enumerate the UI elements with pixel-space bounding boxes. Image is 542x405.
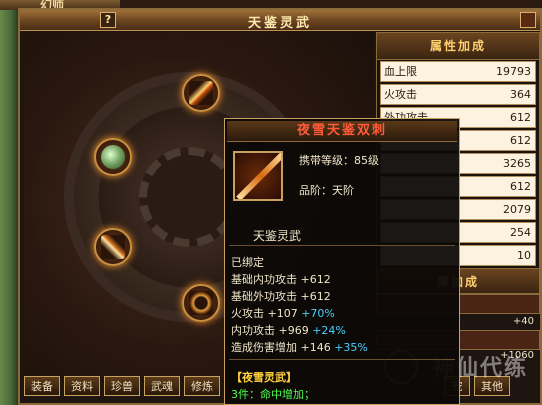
blade-icon bbox=[101, 235, 125, 259]
tooltip-stat-bonus: +70% bbox=[301, 307, 335, 320]
tooltip-stat-text: 基础内功攻击 +612 bbox=[231, 273, 331, 286]
attribute-row: 火攻击 364 bbox=[380, 84, 536, 105]
double-dagger-icon bbox=[233, 151, 283, 201]
tab-martial-soul[interactable]: 武魂 bbox=[144, 376, 180, 396]
attribute-header: 属性加成 bbox=[377, 33, 539, 60]
ring-icon bbox=[189, 291, 213, 315]
attribute-value: 612 bbox=[510, 180, 531, 193]
attribute-value: 612 bbox=[510, 134, 531, 147]
weapon-slot-top[interactable] bbox=[182, 74, 220, 112]
tooltip-set-bonus: 3件：命中增加； bbox=[231, 388, 315, 401]
tooltip-stat: 内功攻击 +969 +24% bbox=[231, 322, 346, 338]
window-titlebar[interactable]: ? 天鉴灵武 bbox=[20, 10, 540, 31]
tab-pets[interactable]: 珍兽 bbox=[104, 376, 140, 396]
tooltip-stat-bonus: +24% bbox=[312, 324, 346, 337]
attribute-value: 612 bbox=[510, 111, 531, 124]
tooltip-stat-text: 内功攻击 +969 bbox=[231, 324, 309, 337]
attribute-value: 19793 bbox=[496, 65, 531, 78]
tooltip-stat-text: 火攻击 +107 bbox=[231, 307, 298, 320]
item-tooltip: 夜雪天鉴双刺 携带等级：85级 品阶：天阶 天鉴灵武 已绑定 基础内功攻击 +6… bbox=[224, 118, 460, 405]
tooltip-stat: 基础外功攻击 +612 bbox=[231, 288, 331, 304]
weapon-slot-lower-left[interactable] bbox=[94, 228, 132, 266]
weapon-slot-bottom[interactable] bbox=[182, 284, 220, 322]
attribute-row: 血上限 19793 bbox=[380, 61, 536, 82]
tooltip-divider bbox=[229, 359, 455, 360]
tooltip-stat-bonus: +35% bbox=[334, 341, 368, 354]
weapon-slot-left[interactable] bbox=[94, 138, 132, 176]
jade-orb-icon bbox=[101, 145, 125, 169]
tab-cultivation[interactable]: 修炼 bbox=[184, 376, 220, 396]
attribute-value: 254 bbox=[510, 226, 531, 239]
tooltip-stat: 火攻击 +107 +70% bbox=[231, 305, 335, 321]
tab-equipment[interactable]: 装备 bbox=[24, 376, 60, 396]
tooltip-stat-text: 造成伤害增加 +146 bbox=[231, 341, 331, 354]
attribute-value: 3265 bbox=[503, 157, 531, 170]
tab-profile[interactable]: 资料 bbox=[64, 376, 100, 396]
attribute-value: 2079 bbox=[503, 203, 531, 216]
window-title: 天鉴灵武 bbox=[247, 16, 312, 31]
tooltip-divider bbox=[229, 245, 455, 246]
tooltip-set-name: 【夜雪灵武】 bbox=[231, 371, 297, 384]
tooltip-stat: 基础内功攻击 +612 bbox=[231, 271, 331, 287]
tooltip-category: 天鉴灵武 bbox=[253, 229, 302, 243]
close-button[interactable] bbox=[520, 12, 536, 28]
attribute-name: 火攻击 bbox=[384, 88, 417, 101]
tooltip-stat: 造成伤害增加 +146 +35% bbox=[231, 339, 368, 355]
tooltip-level: 携带等级：85级 bbox=[299, 154, 379, 167]
attribute-value: 364 bbox=[510, 88, 531, 101]
tooltip-item-name: 夜雪天鉴双刺 bbox=[227, 121, 457, 142]
attribute-name: 血上限 bbox=[384, 65, 417, 78]
effect-value: +40 bbox=[512, 316, 534, 327]
dagger-icon bbox=[189, 81, 213, 105]
tooltip-stat-text: 基础外功攻击 +612 bbox=[231, 290, 331, 303]
attribute-value: 10 bbox=[517, 249, 531, 262]
tooltip-bound: 已绑定 bbox=[231, 256, 264, 269]
background-scenery bbox=[0, 0, 18, 405]
tooltip-rank: 品阶：天阶 bbox=[299, 184, 354, 197]
